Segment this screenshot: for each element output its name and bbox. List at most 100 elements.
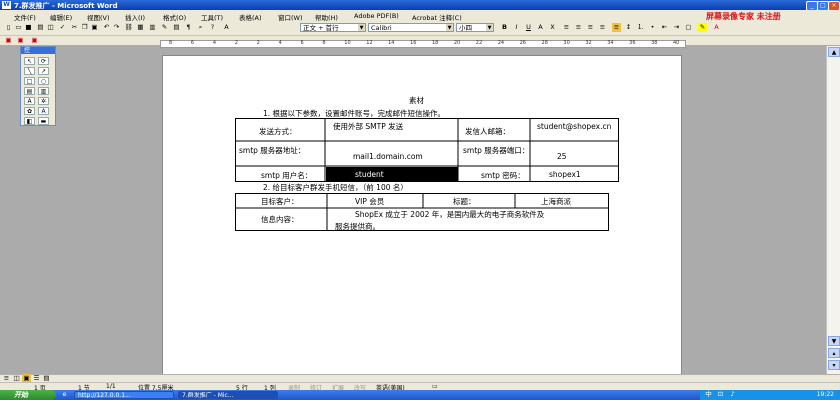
vertical-text-icon[interactable]: ▥: [38, 87, 49, 95]
italic-icon[interactable]: I: [512, 23, 521, 32]
vertical-scrollbar[interactable]: ▲ ▼ ▴ ▾: [826, 46, 840, 374]
clock: 19:22: [816, 391, 834, 398]
ruler-tick: 34: [607, 40, 614, 46]
char-border-icon[interactable]: A: [536, 23, 545, 32]
content-label: 信息内容：: [261, 215, 299, 224]
title-value: 上海商派: [541, 197, 571, 206]
table-icon[interactable]: ▦: [136, 23, 145, 32]
chevron-down-icon: ▼: [358, 24, 365, 31]
docmap-icon[interactable]: ▤: [172, 23, 181, 32]
send-method-value: 使用外部 SMTP 发送: [333, 122, 404, 131]
line-spacing-icon[interactable]: ↕: [624, 23, 633, 32]
border-icon[interactable]: ▢: [684, 23, 693, 32]
underline-icon[interactable]: U: [524, 23, 533, 32]
status-pages: 1/1: [106, 383, 116, 390]
rect-icon[interactable]: □: [24, 77, 35, 85]
ime-icon[interactable]: 中: [704, 390, 713, 399]
next-page-icon[interactable]: ▾: [828, 360, 840, 370]
justify-icon[interactable]: ≡: [598, 23, 607, 32]
hyperlink-icon[interactable]: ⛓: [124, 23, 133, 32]
select-icon[interactable]: ↖: [24, 57, 35, 65]
cut-icon[interactable]: ✂: [70, 23, 79, 32]
quicklaunch-ie-icon[interactable]: e: [60, 390, 69, 399]
wordart-icon[interactable]: A: [24, 97, 35, 105]
picture-icon[interactable]: A: [38, 107, 49, 115]
styles-pane-icon[interactable]: A: [222, 23, 231, 32]
scroll-up-icon[interactable]: ▲: [828, 47, 840, 57]
start-label: 开始: [14, 391, 28, 399]
undo-icon[interactable]: ↶: [102, 23, 111, 32]
spell-icon[interactable]: ✓: [58, 23, 67, 32]
print-icon[interactable]: ▤: [36, 23, 45, 32]
smtp-user-label: smtp 用户名：: [261, 171, 313, 180]
fill-icon[interactable]: ◧: [24, 117, 35, 125]
smtp-port-value: 25: [557, 152, 567, 161]
doc-heading: 素材: [409, 96, 424, 105]
word-icon: W: [2, 1, 11, 9]
align-right-icon[interactable]: ≡: [586, 23, 595, 32]
copy-icon[interactable]: ❐: [80, 23, 89, 32]
paste-icon[interactable]: ▣: [90, 23, 99, 32]
volume-icon[interactable]: ♪: [728, 390, 737, 399]
spelling-status-icon[interactable]: ▭: [432, 383, 438, 390]
menu-adobe-pdf[interactable]: Adobe PDF(B): [354, 12, 399, 20]
style-combo[interactable]: 正文 + 首行 ▼: [300, 23, 366, 32]
drawing-icon[interactable]: ✎: [160, 23, 169, 32]
ruler-tick: 6: [190, 40, 195, 46]
ruler-tick: 12: [366, 40, 373, 46]
highlight-icon[interactable]: ✎: [698, 23, 707, 32]
char-scale-icon[interactable]: X: [548, 23, 557, 32]
columns-icon[interactable]: ▥: [148, 23, 157, 32]
drawing-panel: 控 ↖ ⟳ ╲ ↗ □ ○ ▤ ▥ A ✲ ✿ A ◧ ▬: [20, 46, 56, 126]
ruler-tick: 26: [519, 40, 526, 46]
size-value: 小四: [459, 24, 472, 32]
bold-icon[interactable]: B: [500, 23, 509, 32]
preview-icon[interactable]: ◫: [46, 23, 55, 32]
show-marks-icon[interactable]: ¶: [184, 23, 193, 32]
save-icon[interactable]: ■: [24, 23, 33, 32]
prev-page-icon[interactable]: ▴: [828, 348, 840, 358]
font-combo[interactable]: Calibri ▼: [368, 23, 454, 32]
ruler-tick: 18: [431, 40, 439, 46]
network-icon[interactable]: ⊡: [716, 390, 725, 399]
textbox-icon[interactable]: ▤: [24, 87, 35, 95]
pdf-mail-icon[interactable]: ▣: [16, 36, 25, 45]
target-label: 目标客户：: [261, 197, 299, 206]
rotate-icon[interactable]: ⟳: [38, 57, 49, 65]
align-left-icon[interactable]: ≡: [562, 23, 571, 32]
distributed-icon[interactable]: ≡: [612, 23, 621, 32]
pdf-icon[interactable]: ▣: [4, 36, 13, 45]
title-bar: W 7.群发推广 - Microsoft Word _ □ ×: [0, 0, 840, 11]
horizontal-ruler[interactable]: 8 6 4 2 2 4 6 8 10 12 14 16 18 20 22 24 26 28 30 32 34 36 38 40: [160, 40, 686, 48]
new-doc-icon[interactable]: ▯: [4, 23, 13, 32]
ruler-tick: 2: [234, 40, 238, 46]
increase-indent-icon[interactable]: ⇥: [672, 23, 681, 32]
size-combo[interactable]: 小四 ▼: [456, 23, 494, 32]
numbering-icon[interactable]: ⒈: [636, 23, 645, 32]
clipart-icon[interactable]: ✿: [24, 107, 35, 115]
oval-icon[interactable]: ○: [38, 77, 49, 85]
font-color-icon[interactable]: A: [712, 23, 721, 32]
line-icon[interactable]: ╲: [24, 67, 35, 75]
ruler-tick: 16: [410, 40, 417, 46]
scroll-down-icon[interactable]: ▼: [828, 336, 840, 346]
redo-icon[interactable]: ↷: [112, 23, 121, 32]
taskbar-ie-window[interactable]: http://127.0.0.1...: [74, 391, 174, 399]
style-value: 正文 + 首行: [303, 24, 339, 32]
line-color-icon[interactable]: ▬: [38, 117, 49, 125]
start-button[interactable]: 开始: [0, 390, 56, 400]
align-center-icon[interactable]: ≡: [574, 23, 583, 32]
ruler-tick: 14: [388, 40, 395, 46]
bullets-icon[interactable]: •: [648, 23, 657, 32]
taskbar-word-window[interactable]: 7.群发推广 - Mic...: [178, 391, 278, 399]
smtp-port-label: smtp 服务器端口：: [463, 146, 530, 155]
zoom-icon[interactable]: ⌕: [196, 23, 205, 32]
ruler-tick: 4: [278, 40, 282, 46]
arrow-icon[interactable]: ↗: [38, 67, 49, 75]
pdf-review-icon[interactable]: ▣: [30, 36, 39, 45]
document-page[interactable]: 素材 1. 根据以下参数，设置邮件账号，完成邮件短信操作。 发送方式： 使用外部…: [162, 55, 682, 375]
decrease-indent-icon[interactable]: ⇤: [660, 23, 669, 32]
open-icon[interactable]: ▭: [14, 23, 23, 32]
help-icon[interactable]: ?: [208, 23, 217, 32]
diagram-icon[interactable]: ✲: [38, 97, 49, 105]
